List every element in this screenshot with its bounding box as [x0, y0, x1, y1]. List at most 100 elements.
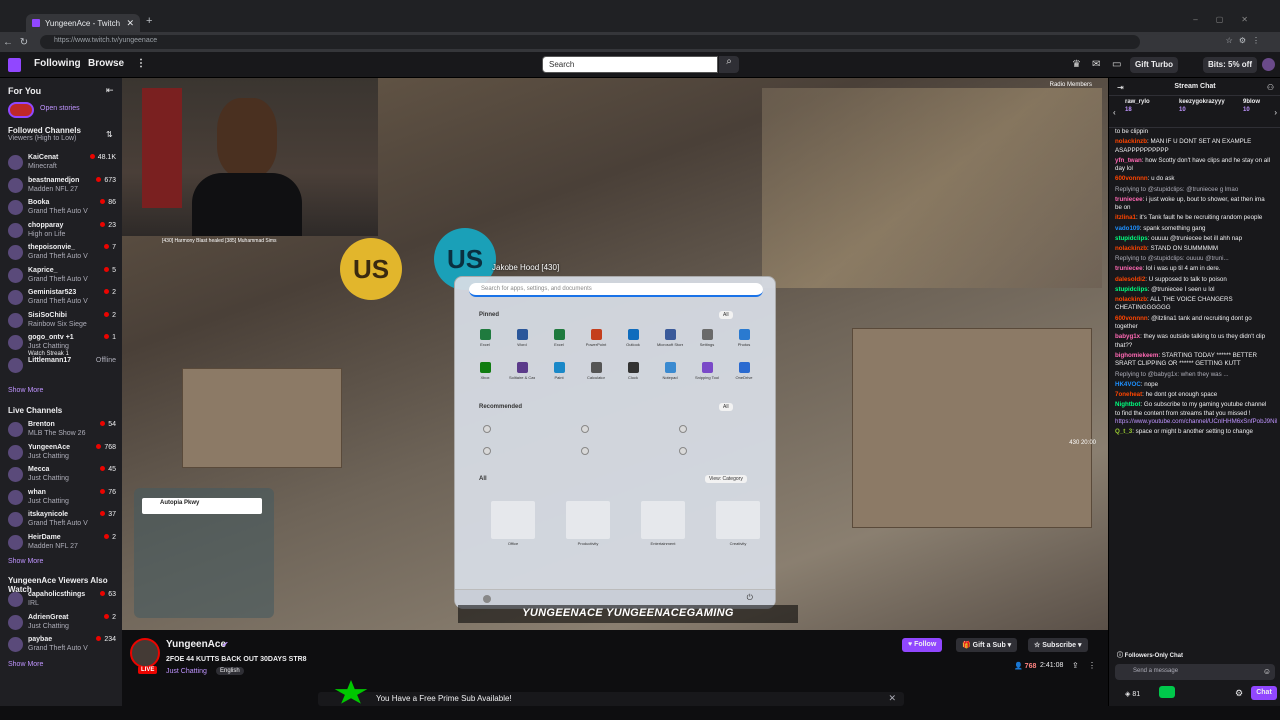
recommended-item[interactable] — [679, 423, 769, 437]
chat-username[interactable]: itzlina1 — [1115, 214, 1136, 221]
follow-button[interactable]: ♥ Follow — [902, 638, 943, 652]
chat-username[interactable]: 600vonnnn — [1115, 315, 1148, 322]
channel-name[interactable]: YungeenAce — [166, 639, 226, 650]
chat-username[interactable]: 7oneheat — [1115, 391, 1142, 398]
pinned-app[interactable]: Clock — [620, 362, 646, 380]
chat-username[interactable]: Nightbot — [1115, 401, 1140, 408]
sidebar-channel[interactable]: gogo_ontv +1 Just Chatting 1 Watch Streak 1 — [4, 332, 118, 357]
sidebar-channel[interactable]: HeirDame Madden NFL 27 2 — [4, 532, 118, 554]
sidebar-channel[interactable]: AdrienGreat Just Chatting 2 — [4, 612, 118, 634]
app-category[interactable]: Productivity — [558, 501, 618, 546]
show-more-live[interactable]: Show More — [8, 558, 43, 565]
sidebar-channel[interactable]: YungeenAce Just Chatting 768 — [4, 442, 118, 464]
chat-username[interactable]: babyg1x — [1115, 333, 1140, 340]
chat-username[interactable]: stupidclips — [1115, 235, 1148, 242]
dismiss-icon[interactable]: ✕ — [888, 693, 896, 704]
chat-username[interactable]: 600vonnnn — [1115, 175, 1148, 182]
sidebar-channel[interactable]: paybae Grand Theft Auto V 234 — [4, 634, 118, 656]
close-tab-icon[interactable]: ✕ — [126, 18, 134, 29]
reload-icon[interactable]: ↻ — [16, 37, 32, 48]
pinned-app[interactable]: Xbox — [472, 362, 498, 380]
pinned-app[interactable]: Solitaire & Casual Games — [509, 362, 535, 380]
open-stories-link[interactable]: Open stories — [40, 105, 80, 112]
category-link[interactable]: Just Chatting — [166, 668, 207, 675]
search-icon[interactable]: ⌕ — [719, 56, 739, 73]
following-link[interactable]: Following — [34, 58, 81, 69]
whispers-icon[interactable]: ▭ — [1112, 59, 1121, 70]
chat-username[interactable]: truniecee — [1115, 265, 1143, 272]
recommended-item[interactable] — [679, 445, 769, 459]
back-icon[interactable]: ← — [0, 37, 16, 48]
app-category[interactable]: Entertainment — [633, 501, 693, 546]
pinned-app[interactable]: PowerPoint — [583, 329, 609, 347]
power-icon[interactable]: ⏻ — [747, 593, 753, 603]
channel-points[interactable]: ◈ 81 — [1125, 690, 1140, 698]
recommended-item[interactable] — [483, 423, 573, 437]
chat-username[interactable]: vado109 — [1115, 225, 1140, 232]
emote-icon[interactable]: ☺ — [1263, 667, 1271, 676]
chat-username[interactable]: yfn_twan — [1115, 157, 1142, 164]
chat-settings-icon[interactable]: ⚙ — [1235, 688, 1243, 699]
user-icon[interactable] — [483, 595, 491, 603]
collapse-sidebar-icon[interactable]: ⇤ — [106, 85, 114, 96]
pinned-app[interactable]: Excel — [546, 329, 572, 347]
sidebar-channel[interactable]: capaholicsthings IRL 63 — [4, 589, 118, 611]
more-icon[interactable]: ⋮ — [136, 58, 146, 69]
sidebar-channel[interactable]: Geministar523 Grand Theft Auto V 2 — [4, 287, 118, 309]
crown-icon[interactable]: ♛ — [1072, 59, 1081, 70]
show-more-also[interactable]: Show More — [8, 661, 43, 668]
chat-username[interactable]: truniecee — [1115, 196, 1143, 203]
window-controls[interactable]: –▢✕ — [1193, 15, 1266, 24]
gifter[interactable]: 9blow 10 — [1243, 99, 1260, 113]
recommended-item[interactable] — [483, 445, 573, 459]
sidebar-channel[interactable]: thepoisonvie_ Grand Theft Auto V 7 — [4, 242, 118, 264]
url-field[interactable]: https://www.twitch.tv/yungeenace — [40, 35, 1140, 49]
all-pinned-button[interactable]: All — [719, 311, 733, 319]
gifters-prev-icon[interactable]: ‹ — [1113, 108, 1116, 117]
sidebar-channel[interactable]: itskaynicole Grand Theft Auto V 37 — [4, 509, 118, 531]
pinned-app[interactable]: Settings — [694, 329, 720, 347]
sidebar-channel[interactable]: chopparay High on Life 23 — [4, 220, 118, 242]
community-icon[interactable]: ⚇ — [1267, 83, 1274, 92]
chat-send-button[interactable]: Chat — [1251, 686, 1277, 700]
all-recommended-button[interactable]: All — [719, 403, 733, 411]
prime-sub-banner[interactable]: You Have a Free Prime Sub Available! ✕ — [318, 680, 904, 706]
gift-turbo-button[interactable]: Gift Turbo — [1130, 57, 1179, 73]
recommended-item[interactable] — [581, 445, 671, 459]
sidebar-channel[interactable]: Kaprice_ Grand Theft Auto V 5 — [4, 265, 118, 287]
recommended-item[interactable] — [581, 423, 671, 437]
sidebar-channel[interactable]: Brenton MLB The Show 26 54 — [4, 419, 118, 441]
user-avatar[interactable] — [1262, 58, 1275, 71]
inbox-icon[interactable]: ✉ — [1092, 59, 1100, 70]
chat-username[interactable]: Q_t_3 — [1115, 428, 1132, 435]
pinned-app[interactable]: Outlook — [620, 329, 646, 347]
language-tag[interactable]: English — [216, 667, 244, 675]
pinned-app[interactable]: Photos — [731, 329, 757, 347]
sidebar-channel[interactable]: SisiSoChibi Rainbow Six Siege 2 — [4, 310, 118, 332]
gifter[interactable]: raw_rylo 18 — [1125, 99, 1150, 113]
chat-username[interactable]: HK4VOC — [1115, 381, 1141, 388]
gifters-next-icon[interactable]: › — [1274, 108, 1277, 117]
pinned-app[interactable]: Word — [509, 329, 535, 347]
chat-input[interactable]: Send a message — [1115, 664, 1275, 680]
start-search-input[interactable]: Search for apps, settings, and documents — [469, 283, 763, 297]
chat-username[interactable]: nolackinzb — [1115, 296, 1147, 303]
stories-avatar[interactable] — [8, 102, 34, 118]
pinned-app[interactable]: OneDrive — [731, 362, 757, 380]
pinned-app[interactable]: Microsoft Store — [657, 329, 683, 347]
browser-toolbar-icons[interactable]: ☆⚙⋮ — [1226, 36, 1266, 45]
share-icon[interactable]: ⇪ — [1072, 661, 1079, 670]
pinned-app[interactable]: Snipping Tool — [694, 362, 720, 380]
followed-sort[interactable]: Viewers (High to Low) — [8, 135, 76, 142]
show-more-followed[interactable]: Show More — [8, 387, 43, 394]
chat-username[interactable]: nolackinzb — [1115, 138, 1147, 145]
windows-start-menu[interactable]: Search for apps, settings, and documents… — [454, 276, 776, 609]
chat-username[interactable]: stupidclips — [1115, 286, 1148, 293]
sidebar-channel[interactable]: KaiCenat Minecraft 48.1K — [4, 152, 118, 174]
sort-icon[interactable]: ⇅ — [106, 130, 113, 139]
sidebar-channel[interactable]: Mecca Just Chatting 45 — [4, 464, 118, 486]
view-category-button[interactable]: View: Category — [705, 475, 747, 483]
pinned-app[interactable]: Paint — [546, 362, 572, 380]
subscribe-button[interactable]: ☆ Subscribe ▾ — [1028, 638, 1088, 652]
sidebar-channel[interactable]: Littlemann17 Offline — [4, 355, 118, 377]
